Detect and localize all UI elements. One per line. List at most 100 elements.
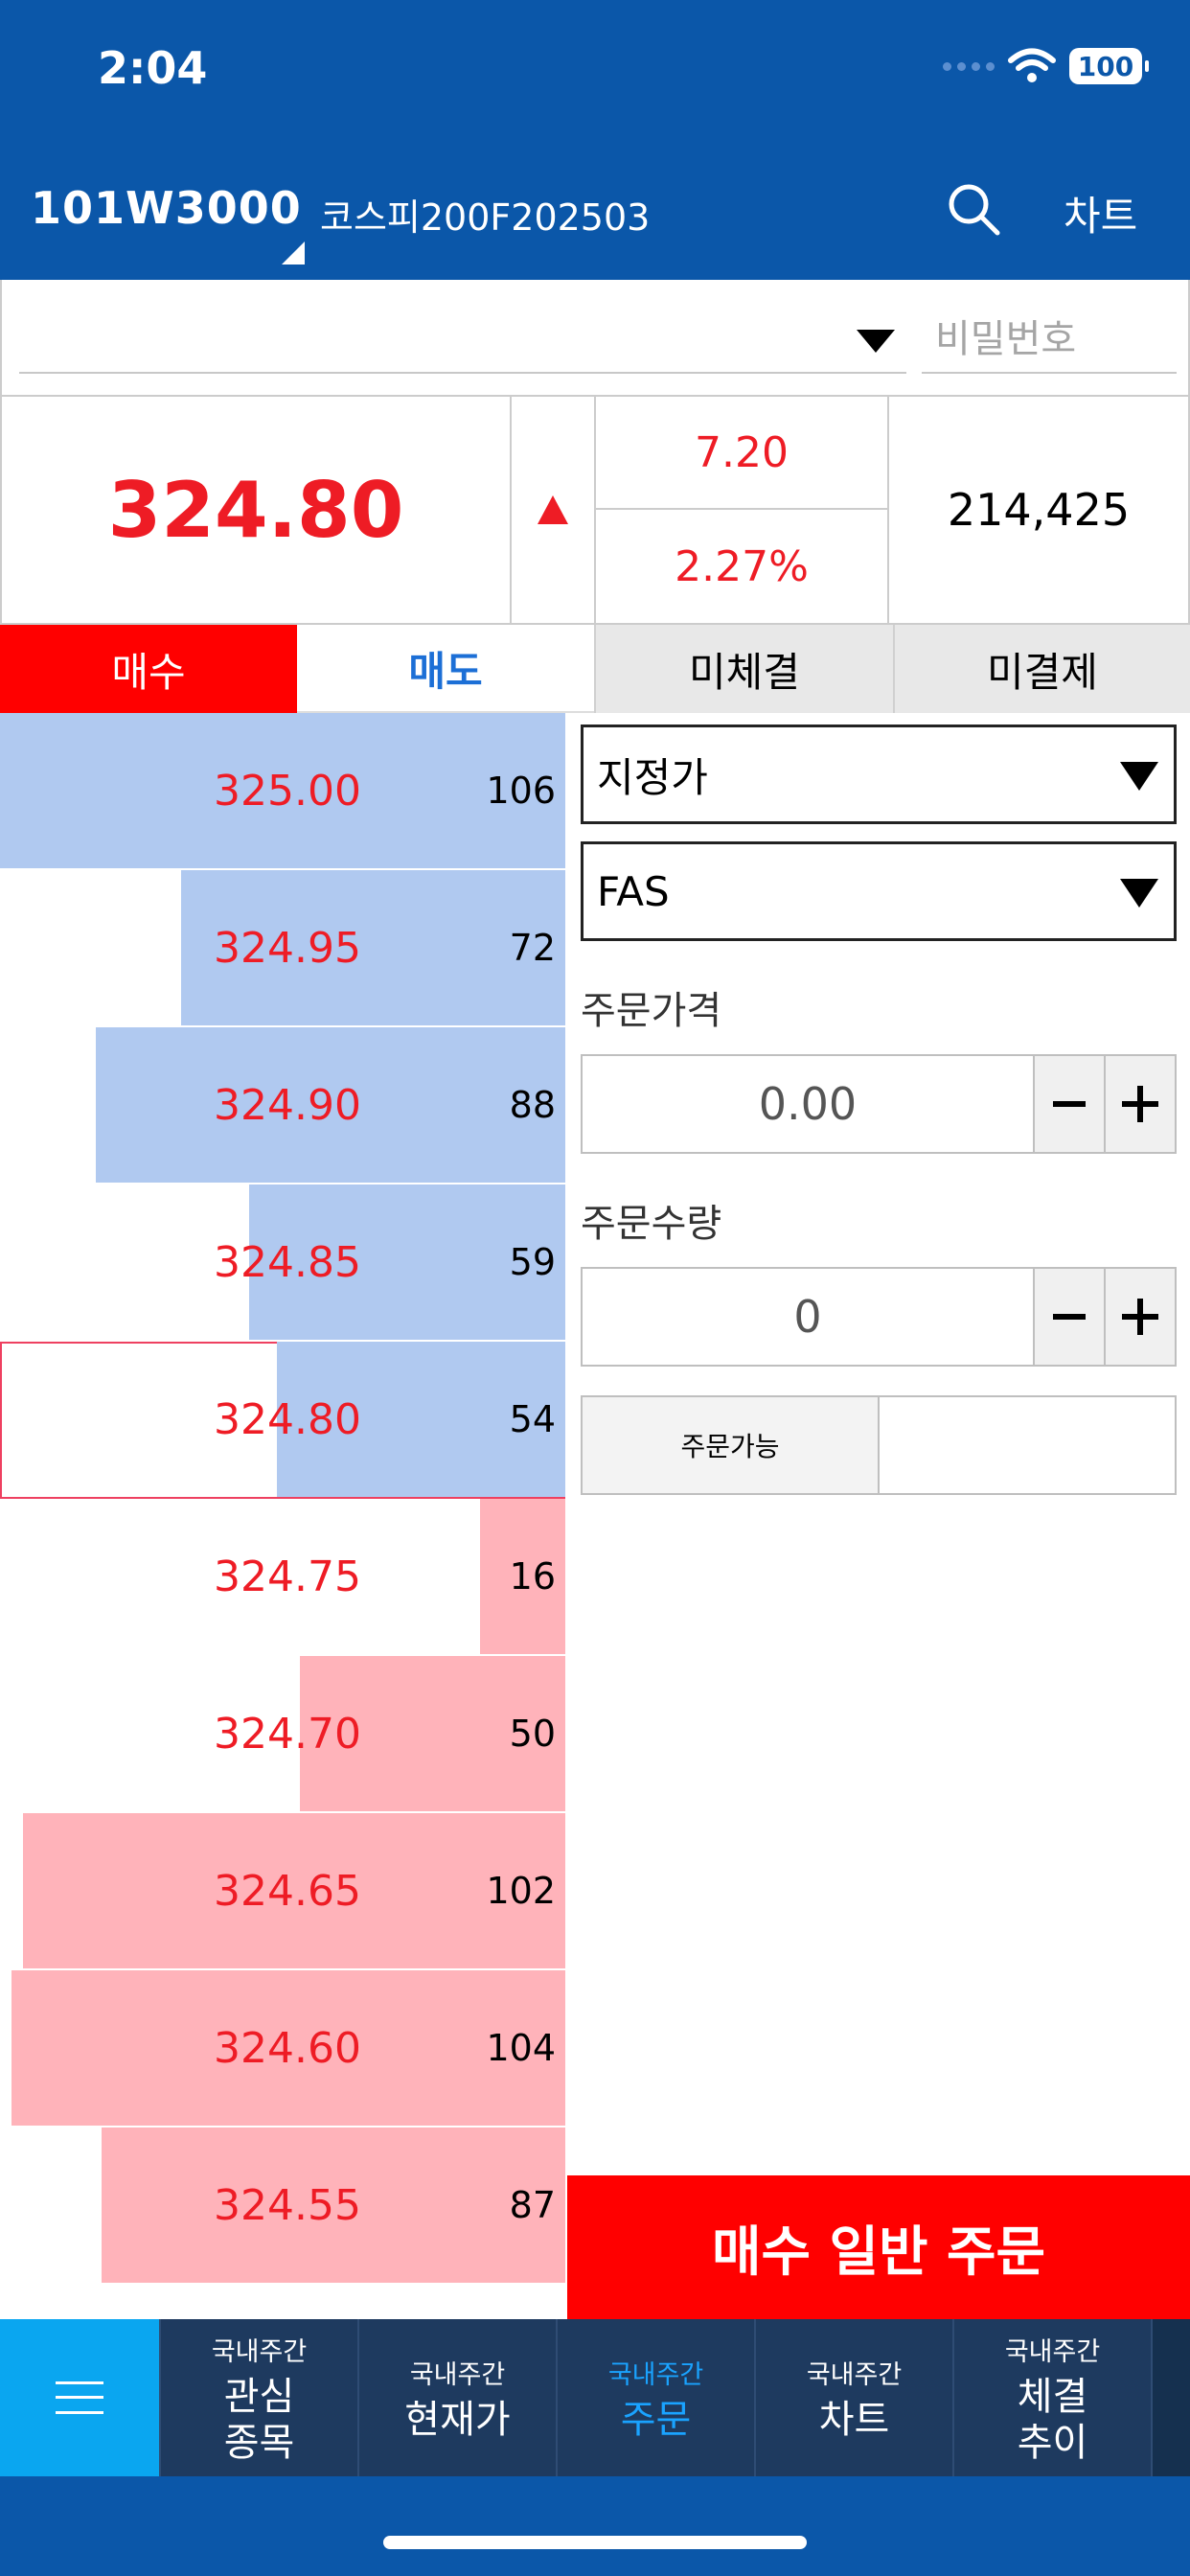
order-price-label: 주문가격 xyxy=(581,989,722,1033)
condition-value: FAS xyxy=(597,867,670,915)
code-select-triangle-icon[interactable] xyxy=(282,242,305,264)
nav-main-line: 추이 xyxy=(1017,2420,1088,2465)
order-book-qty: 16 xyxy=(509,1555,556,1598)
order-available: 주문가능 xyxy=(581,1395,1177,1495)
app-header: 2:04 100 101W3000 코스피200F202503 차트 xyxy=(0,0,1190,280)
bottom-nav: 국내주간 관심 종목 국내주간 현재가 국내주간 주문 국내주간 차트 국내주간 … xyxy=(0,2319,1190,2476)
nav-sub-label: 국내주간 xyxy=(211,2336,308,2367)
tab-unsettled[interactable]: 미결제 xyxy=(893,625,1190,713)
triangle-down-icon xyxy=(857,330,895,353)
minus-icon xyxy=(1053,1314,1086,1320)
status-icons: 100 xyxy=(943,48,1149,84)
tab-sell[interactable]: 매도 xyxy=(297,625,594,713)
order-book-row[interactable]: 324.70 50 xyxy=(0,1656,565,1813)
order-book-qty: 102 xyxy=(486,1870,556,1912)
order-book-row[interactable]: 324.75 16 xyxy=(0,1499,565,1656)
order-qty-input[interactable]: 0 xyxy=(583,1269,1033,1365)
order-book-row[interactable]: 324.90 88 xyxy=(0,1027,565,1184)
price-change: 7.20 2.27% xyxy=(596,397,889,623)
price-direction xyxy=(512,397,596,623)
battery-icon: 100 xyxy=(1069,48,1149,84)
nav-main-label: 차트 xyxy=(818,2397,890,2442)
change-value: 7.20 xyxy=(596,397,887,510)
cellular-signal-icon xyxy=(943,61,995,71)
order-tabs: 매수 매도 미체결 미결제 xyxy=(0,625,1190,713)
condition-select[interactable]: FAS xyxy=(581,841,1177,941)
current-price: 324.80 xyxy=(2,397,512,623)
tab-buy[interactable]: 매수 xyxy=(0,625,297,713)
nav-sub-label: 국내주간 xyxy=(1004,2336,1101,2367)
quote-summary: 324.80 7.20 2.27% 214,425 xyxy=(0,397,1190,625)
nav-main-line: 관심 xyxy=(223,2374,295,2419)
nav-current-price[interactable]: 국내주간 현재가 xyxy=(357,2319,556,2476)
order-book-row[interactable]: 324.80 54 xyxy=(0,1342,565,1499)
order-qty-label: 주문수량 xyxy=(581,1202,722,1246)
triangle-down-icon xyxy=(1120,762,1158,791)
nav-main-label: 체결 추이 xyxy=(1018,2374,1088,2466)
qty-plus-button[interactable] xyxy=(1104,1269,1175,1365)
home-indicator[interactable] xyxy=(383,2536,807,2549)
trade-volume: 214,425 xyxy=(947,484,1131,536)
tab-unfilled[interactable]: 미체결 xyxy=(594,625,893,713)
nav-main-line: 체결 xyxy=(1017,2374,1088,2419)
nav-sub-label: 국내주간 xyxy=(607,2359,704,2390)
order-book-price: 324.80 xyxy=(214,1394,361,1444)
order-qty-stepper: 0 xyxy=(581,1267,1177,1367)
nav-main-label: 주문 xyxy=(620,2397,692,2442)
nav-sub-label: 국내주간 xyxy=(409,2359,506,2390)
account-row xyxy=(0,280,1190,397)
nav-chart[interactable]: 국내주간 차트 xyxy=(754,2319,952,2476)
order-available-button[interactable]: 주문가능 xyxy=(583,1397,880,1493)
home-indicator-area xyxy=(0,2476,1190,2576)
order-book-row[interactable]: 324.55 87 xyxy=(0,2128,565,2285)
order-price-stepper: 0.00 xyxy=(581,1054,1177,1154)
instrument-code[interactable]: 101W3000 xyxy=(31,182,302,234)
nav-main-line: 종목 xyxy=(223,2420,295,2465)
order-book-row[interactable]: 324.65 102 xyxy=(0,1813,565,1970)
nav-watchlist[interactable]: 국내주간 관심 종목 xyxy=(159,2319,357,2476)
qty-minus-button[interactable] xyxy=(1033,1269,1104,1365)
order-book-price: 324.85 xyxy=(214,1237,361,1287)
instrument-name: 코스피200F202503 xyxy=(320,196,651,239)
up-triangle-icon xyxy=(538,495,568,524)
order-book-qty: 59 xyxy=(509,1241,556,1283)
order-book-price: 324.90 xyxy=(214,1080,361,1130)
order-price-input[interactable]: 0.00 xyxy=(583,1056,1033,1152)
order-book-price: 324.95 xyxy=(214,923,361,973)
order-book-row[interactable]: 324.95 72 xyxy=(0,870,565,1027)
menu-button[interactable] xyxy=(0,2319,159,2476)
order-book-qty: 87 xyxy=(509,2184,556,2226)
order-book-price: 324.75 xyxy=(214,1552,361,1601)
nav-order[interactable]: 국내주간 주문 xyxy=(556,2319,754,2476)
nav-main-label: 현재가 xyxy=(404,2397,511,2442)
price-minus-button[interactable] xyxy=(1033,1056,1104,1152)
order-book: 325.00 106 324.95 72 324.90 88 324.85 59 324.80 5… xyxy=(0,713,567,2319)
nav-main-label: 관심 종목 xyxy=(224,2374,295,2466)
order-book-qty: 104 xyxy=(486,2027,556,2069)
order-book-qty: 88 xyxy=(509,1084,556,1126)
chart-button[interactable]: 차트 xyxy=(1064,184,1137,242)
search-icon[interactable] xyxy=(945,180,1002,238)
order-book-qty: 106 xyxy=(486,770,556,812)
submit-order-button[interactable]: 매수 일반 주문 xyxy=(567,2175,1190,2319)
price-plus-button[interactable] xyxy=(1104,1056,1175,1152)
order-available-value xyxy=(880,1397,1175,1493)
plus-icon xyxy=(1122,1299,1158,1335)
plus-icon xyxy=(1122,1086,1158,1122)
order-book-qty: 54 xyxy=(509,1398,556,1440)
password-input[interactable] xyxy=(922,307,1177,374)
status-time: 2:04 xyxy=(98,42,208,94)
nav-trade-trend[interactable]: 국내주간 체결 추이 xyxy=(952,2319,1151,2476)
order-book-qty: 72 xyxy=(509,927,556,969)
order-book-row[interactable]: 324.85 59 xyxy=(0,1184,565,1342)
order-type-select[interactable]: 지정가 xyxy=(581,724,1177,824)
order-book-row[interactable]: 324.60 104 xyxy=(0,1970,565,2128)
account-select[interactable] xyxy=(19,307,906,374)
wifi-icon xyxy=(1008,48,1056,82)
order-book-row[interactable]: 325.00 106 xyxy=(0,713,565,870)
nav-spacer xyxy=(1151,2319,1190,2476)
order-book-qty: 50 xyxy=(509,1713,556,1755)
nav-sub-label: 국내주간 xyxy=(806,2359,903,2390)
change-percent: 2.27% xyxy=(675,541,809,591)
order-type-value: 지정가 xyxy=(597,753,708,801)
